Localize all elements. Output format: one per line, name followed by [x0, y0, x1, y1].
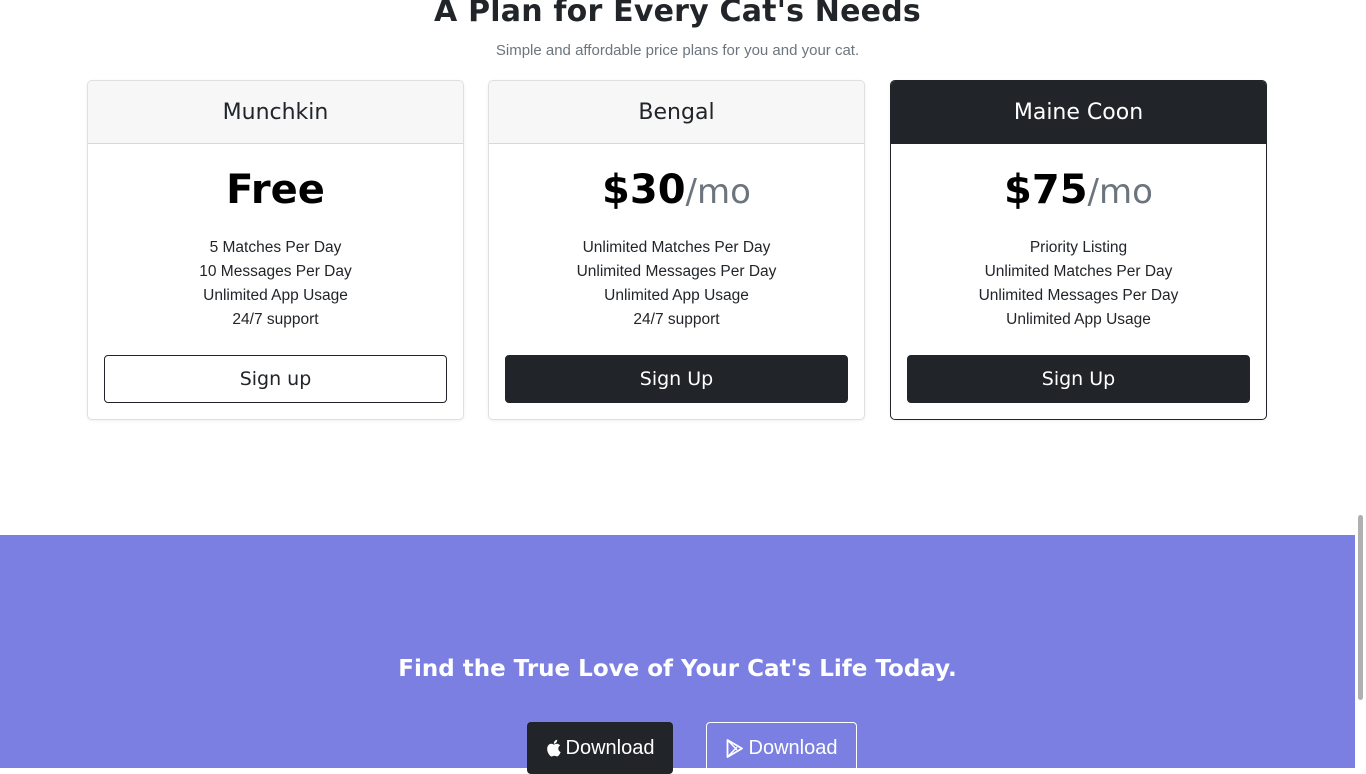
plan-name: Bengal	[489, 81, 864, 144]
pricing-section: A Plan for Every Cat's Needs Simple and …	[0, 0, 1355, 535]
feature-item: 24/7 support	[633, 311, 720, 328]
page-scrollbar[interactable]	[1355, 0, 1366, 768]
feature-item: Priority Listing	[1029, 239, 1128, 256]
google-download-label: Download	[748, 736, 838, 759]
feature-item: Unlimited App Usage	[1006, 311, 1151, 328]
apple-download-label: Download	[565, 736, 655, 759]
apple-download-button[interactable]: Download	[527, 722, 673, 774]
sign-up-button-munchkin[interactable]: Sign up	[104, 355, 447, 403]
price-amount: Free	[226, 167, 325, 213]
apple-icon	[546, 739, 561, 757]
plan-price: $30/mo	[489, 166, 864, 222]
feature-list: 5 Matches Per Day 10 Messages Per Day Un…	[88, 236, 463, 332]
sign-up-button-bengal[interactable]: Sign Up	[505, 355, 848, 403]
feature-item: Unlimited Messages Per Day	[576, 263, 777, 280]
cta-title: Find the True Love of Your Cat's Life To…	[398, 656, 957, 682]
plan-name: Maine Coon	[891, 81, 1266, 144]
feature-item: 10 Messages Per Day	[199, 263, 352, 280]
feature-item: Unlimited Matches Per Day	[984, 263, 1173, 280]
price-amount: $30	[602, 167, 686, 213]
feature-item: Unlimited Matches Per Day	[582, 239, 771, 256]
scrollbar-thumb[interactable]	[1358, 515, 1363, 700]
plan-card-maine-coon: Maine Coon $75/mo Priority Listing Unlim…	[890, 80, 1267, 420]
feature-item: 5 Matches Per Day	[209, 239, 342, 256]
plan-price: Free	[88, 166, 463, 222]
plan-card-munchkin: Munchkin Free 5 Matches Per Day 10 Messa…	[87, 80, 464, 420]
pricing-subtitle: Simple and affordable price plans for yo…	[495, 42, 860, 59]
sign-up-button-maine-coon[interactable]: Sign Up	[907, 355, 1250, 403]
feature-list: Priority Listing Unlimited Matches Per D…	[891, 236, 1266, 332]
price-period: /mo	[685, 172, 751, 212]
feature-item: Unlimited App Usage	[203, 287, 348, 304]
google-play-download-button[interactable]: Download	[706, 722, 857, 774]
plan-name: Munchkin	[88, 81, 463, 144]
pricing-title: A Plan for Every Cat's Needs	[434, 0, 921, 29]
feature-list: Unlimited Matches Per Day Unlimited Mess…	[489, 236, 864, 332]
feature-item: Unlimited Messages Per Day	[978, 287, 1179, 304]
feature-item: 24/7 support	[232, 311, 319, 328]
price-amount: $75	[1004, 167, 1088, 213]
feature-item: Unlimited App Usage	[604, 287, 749, 304]
google-play-icon	[726, 738, 744, 758]
plan-card-bengal: Bengal $30/mo Unlimited Matches Per Day …	[488, 80, 865, 420]
price-period: /mo	[1087, 172, 1153, 212]
cta-section: Find the True Love of Your Cat's Life To…	[0, 535, 1355, 774]
plan-price: $75/mo	[891, 166, 1266, 222]
